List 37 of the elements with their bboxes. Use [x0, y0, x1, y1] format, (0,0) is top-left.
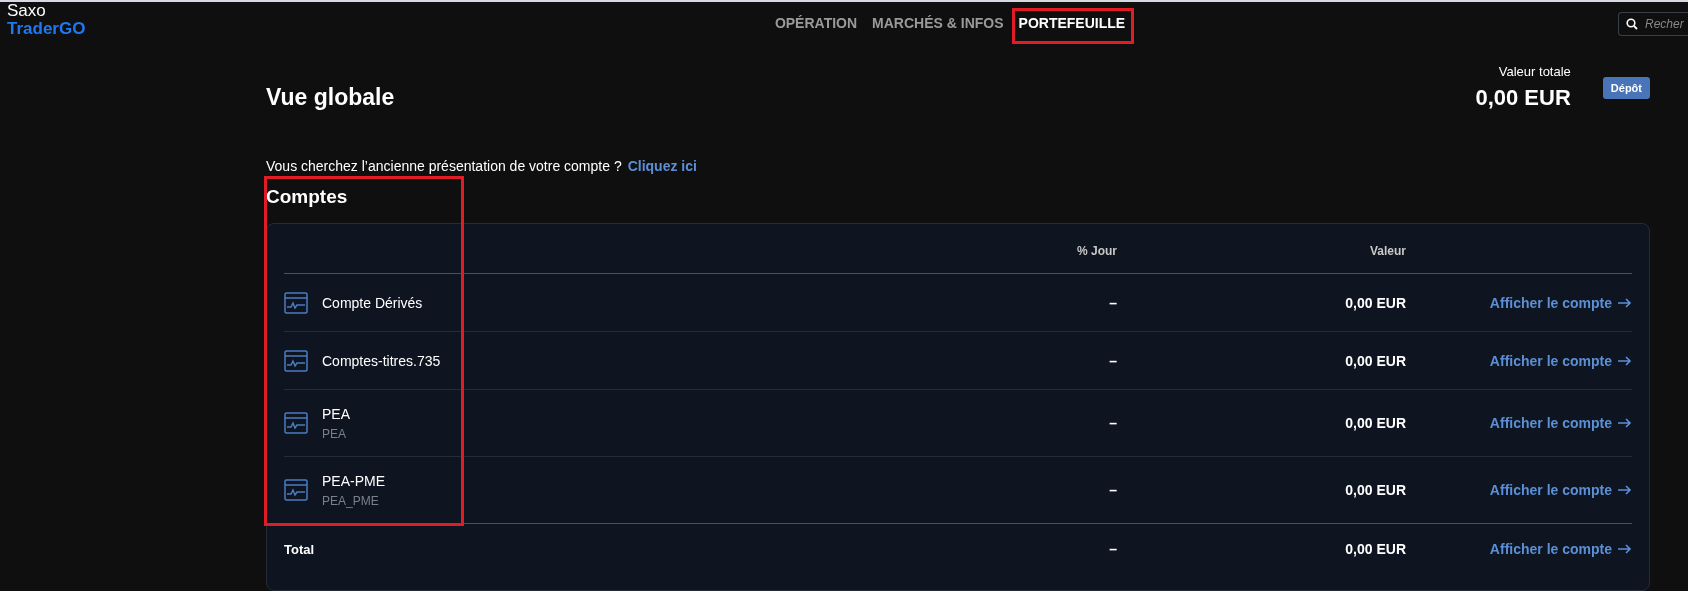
nav-tab[interactable]: PORTEFEUILLE [1018, 15, 1126, 31]
logo-text: Saxo [7, 2, 47, 20]
notice-text: Vous cherchez l’ancienne présentation de votre compte ? [266, 158, 622, 174]
view-account-link[interactable]: Afficher le compte [1489, 352, 1632, 369]
notice-link[interactable]: Cliquez ici [627, 158, 697, 174]
day-change: – [1109, 541, 1117, 557]
account-name: PEA [322, 405, 350, 422]
logo-text: TraderGO [7, 20, 87, 38]
account-value: 0,00 EUR [1345, 294, 1406, 311]
nav-tab[interactable]: MARCHÉS & INFOS [872, 15, 1004, 31]
nav-tab[interactable]: OPÉRATION [774, 15, 858, 31]
account-value: 0,00 EUR [1345, 415, 1406, 431]
day-change: – [1109, 294, 1117, 311]
view-account-link[interactable]: Afficher le compte [1489, 482, 1632, 498]
account-value: 0,00 EUR [1345, 352, 1406, 369]
account-subtitle: PEA_PME [322, 493, 380, 508]
view-account-link[interactable]: Afficher le compte [1489, 415, 1632, 431]
day-change: – [1109, 415, 1117, 431]
account-subtitle: PEA [322, 426, 347, 441]
page-title: Vue globale [266, 84, 396, 111]
day-change: – [1109, 352, 1117, 369]
account-value: 0,00 EUR [1345, 482, 1406, 498]
total-value: 0,00 EUR [1475, 85, 1571, 111]
total-row-label: Total [284, 541, 315, 557]
column-header: Valeur [1369, 243, 1406, 258]
view-account-link[interactable]: Afficher le compte [1489, 541, 1632, 557]
total-label: Valeur totale [1498, 64, 1571, 79]
day-change: – [1109, 482, 1117, 498]
account-name: Comptes-titres.735 [322, 352, 441, 369]
account-name: Compte Dérivés [322, 294, 423, 311]
column-header: % Jour [1077, 243, 1117, 258]
view-account-link[interactable]: Afficher le compte [1489, 294, 1632, 311]
section-title: Comptes [266, 186, 349, 208]
search-field[interactable]: Recher [1618, 12, 1688, 36]
account-name: PEA-PME [322, 472, 385, 489]
account-value: 0,00 EUR [1345, 541, 1406, 557]
deposit-button[interactable]: Dépôt [1602, 77, 1650, 99]
